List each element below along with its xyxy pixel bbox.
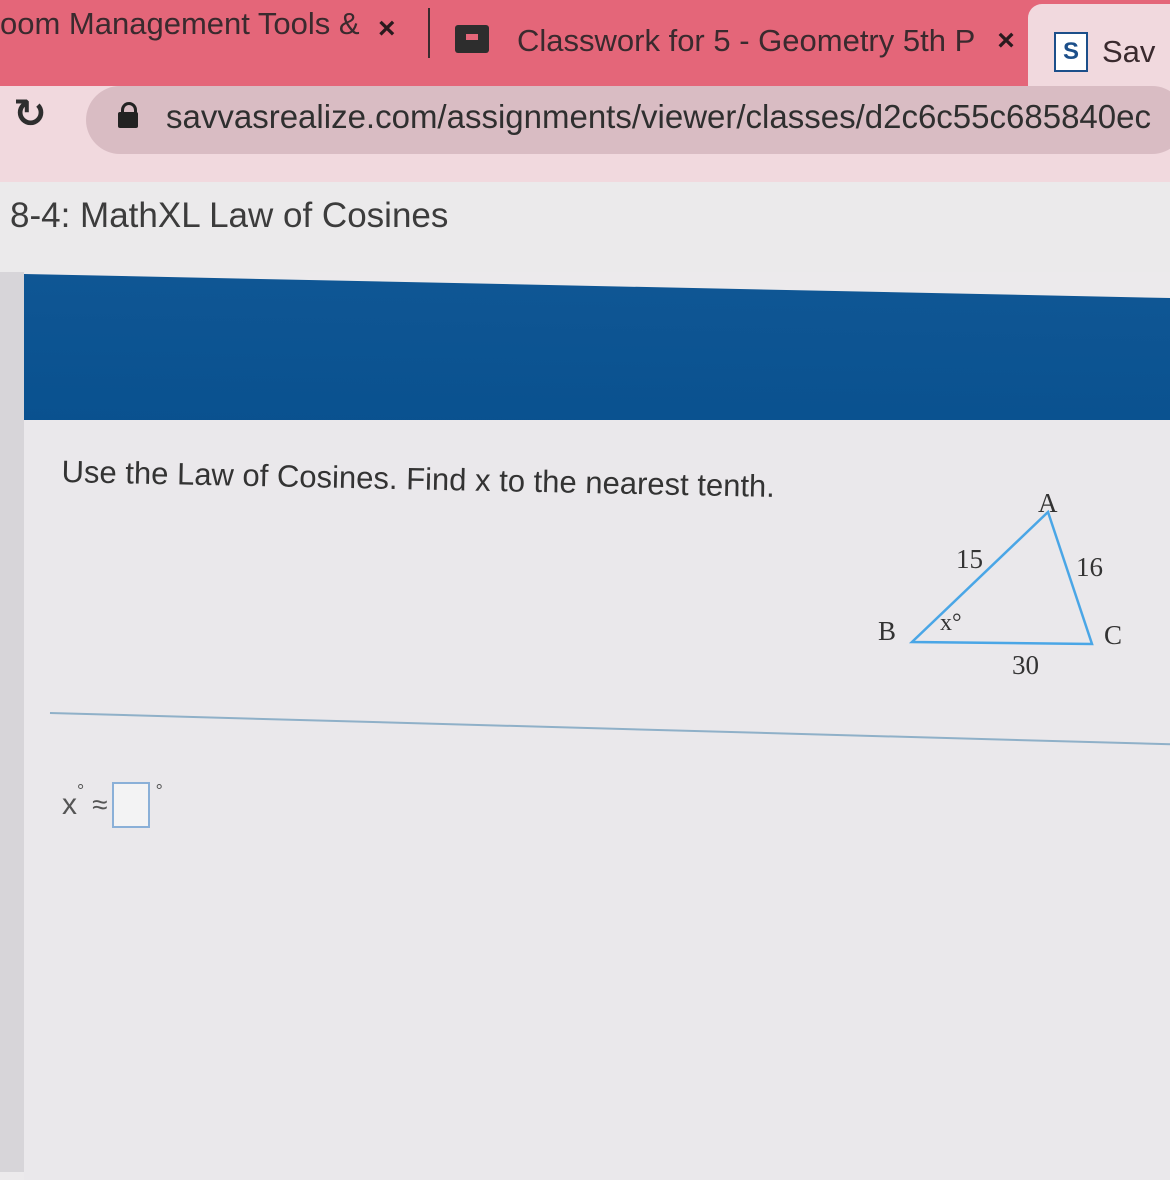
- tab-classroom-management[interactable]: oom Management Tools & ×: [0, 0, 405, 86]
- triangle-shape: [908, 509, 1094, 646]
- close-tab-icon[interactable]: ×: [378, 12, 396, 46]
- answer-variable: x: [62, 788, 77, 821]
- unit-degree-symbol: °: [155, 780, 163, 801]
- tab-title: Sav: [1102, 34, 1156, 69]
- triangle-figure: A B C 15 16 30 x°: [878, 488, 1122, 680]
- vertex-c-label: C: [1104, 620, 1122, 650]
- reload-icon[interactable]: ↻: [8, 92, 52, 136]
- side-ac-label: 16: [1076, 552, 1103, 582]
- approx-symbol: ≈: [92, 789, 108, 820]
- savvas-favicon-icon: S: [1054, 32, 1088, 72]
- tab-classwork[interactable]: Classwork for 5 - Geometry 5th P ×: [455, 0, 1015, 86]
- classroom-favicon-icon: [455, 25, 489, 53]
- answer-input[interactable]: [111, 782, 150, 828]
- left-panel-edge: [0, 272, 24, 1172]
- side-ab-label: 15: [956, 544, 983, 574]
- assignment-header: 8-4: MathXL Law of Cosines: [0, 182, 1170, 272]
- url-field[interactable]: savvasrealize.com/assignments/viewer/cla…: [86, 86, 1170, 154]
- vertex-a-label: A: [1038, 488, 1058, 518]
- angle-x-label: x°: [940, 610, 962, 636]
- url-text: savvasrealize.com/assignments/viewer/cla…: [166, 98, 1151, 135]
- address-bar: ↻ savvasrealize.com/assignments/viewer/c…: [0, 86, 1170, 182]
- assignment-title: 8-4: MathXL Law of Cosines: [10, 196, 449, 235]
- degree-symbol: °: [77, 780, 85, 801]
- tab-strip: oom Management Tools & × Classwork for 5…: [0, 0, 1170, 100]
- side-bc-label: 30: [1012, 650, 1039, 680]
- tab-title: oom Management Tools &: [0, 6, 360, 41]
- answer-row: x ° ≈ °: [62, 780, 163, 828]
- tab-separator: [428, 8, 430, 58]
- tab-title: Classwork for 5 - Geometry 5th P: [517, 23, 976, 58]
- lock-icon[interactable]: [118, 102, 138, 128]
- close-tab-icon[interactable]: ×: [997, 24, 1015, 58]
- vertex-b-label: B: [878, 616, 896, 646]
